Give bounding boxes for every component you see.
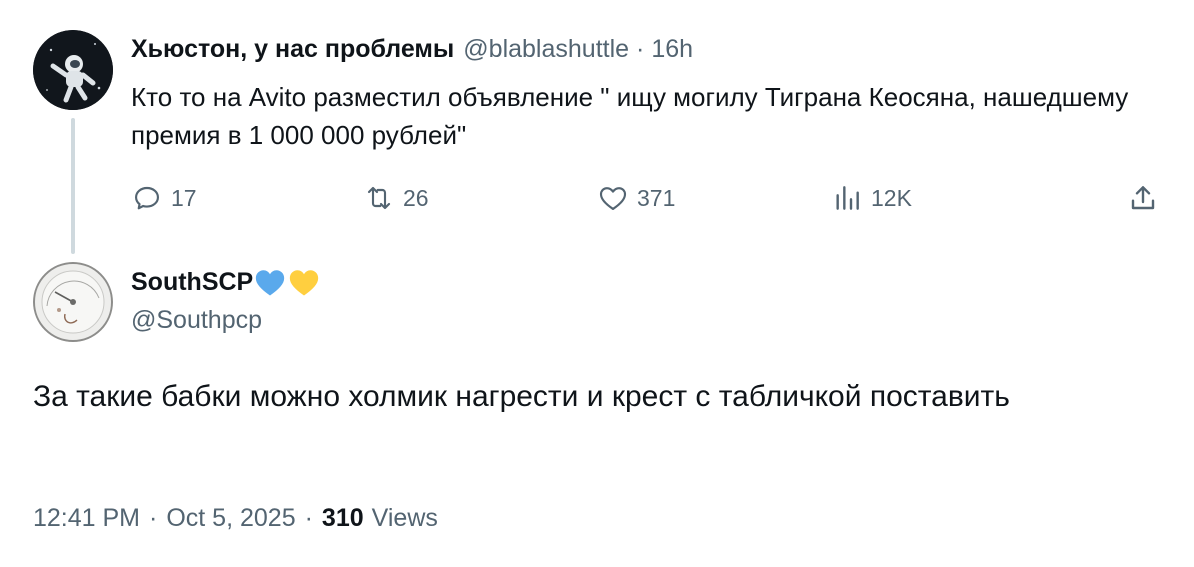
reply-avatar[interactable] — [33, 262, 113, 342]
views-button[interactable]: 12K — [831, 180, 912, 216]
parent-avatar[interactable] — [33, 30, 113, 110]
separator-dot: · — [304, 503, 313, 532]
reply-name-row: SouthSCP — [131, 264, 321, 300]
retweet-button[interactable]: 26 — [363, 180, 429, 216]
gauge-avatar-image — [33, 262, 113, 342]
retweet-icon — [367, 186, 391, 210]
reply-date[interactable]: Oct 5, 2025 — [166, 504, 295, 533]
heart-icon — [599, 187, 627, 210]
parent-timestamp[interactable]: 16h — [651, 35, 693, 64]
separator-dot: · — [149, 503, 158, 532]
thread-connector-line — [71, 118, 75, 254]
blue-heart-icon — [256, 270, 285, 296]
reply-author-name[interactable]: SouthSCP — [131, 268, 253, 297]
parent-author-name[interactable]: Хьюстон, у нас проблемы — [131, 35, 454, 64]
reply-views-label: Views — [371, 503, 438, 532]
like-count: 371 — [637, 184, 676, 211]
reply-button[interactable]: 17 — [131, 180, 197, 216]
share-icon — [1131, 186, 1155, 210]
views-icon — [836, 186, 859, 210]
retweet-count: 26 — [403, 184, 429, 211]
parent-tweet-header: Хьюстон, у нас проблемы @blablashuttle ·… — [131, 33, 693, 65]
reply-author-handle[interactable]: @Southpcp — [131, 306, 262, 335]
parent-author-handle[interactable]: @blablashuttle — [463, 35, 629, 64]
yellow-heart-icon — [290, 270, 319, 296]
like-button[interactable]: 371 — [597, 180, 675, 216]
reply-count: 17 — [171, 184, 197, 211]
reply-icon — [135, 186, 159, 210]
share-button[interactable] — [1127, 180, 1159, 216]
separator-dot: · — [636, 34, 645, 63]
parent-action-bar: 17 26 371 12K — [131, 180, 1163, 216]
astronaut-avatar-image — [33, 30, 113, 110]
reply-time[interactable]: 12:41 PM — [33, 504, 140, 533]
reply-meta: 12:41 PM · Oct 5, 2025 · 310 Views — [33, 500, 438, 536]
reply-tweet-text: За такие бабки можно холмик нагрести и к… — [33, 380, 1010, 413]
views-count: 12K — [871, 184, 912, 211]
reply-views-count: 310 — [321, 503, 364, 532]
parent-tweet-text: Кто то на Avito разместил объявление " и… — [131, 82, 1129, 150]
